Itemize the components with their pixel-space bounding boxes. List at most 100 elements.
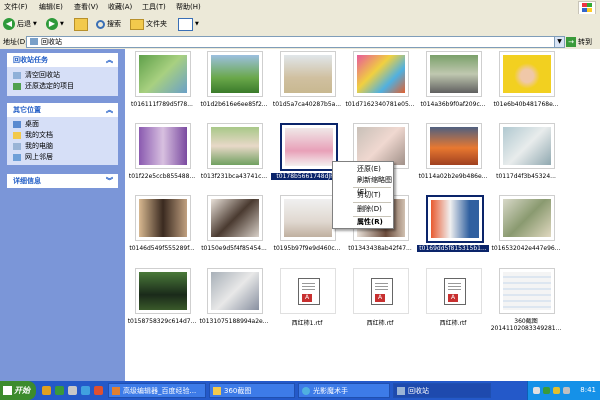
other-places-header[interactable]: 其它位置 ︽	[7, 103, 118, 117]
place-desktop-label: 桌面	[25, 120, 39, 128]
recycle-tasks-header[interactable]: 回收站任务 ︽	[7, 53, 118, 67]
menu-favorites[interactable]: 收藏(A)	[108, 2, 132, 12]
file-thumbnail[interactable]	[135, 51, 191, 97]
search-button[interactable]: 搜索	[96, 17, 121, 31]
chevron-down-icon: ▼	[33, 21, 37, 27]
file-thumbnail[interactable]: A	[280, 268, 336, 314]
quicklaunch-icon[interactable]	[81, 386, 90, 395]
address-dropdown[interactable]: ▼	[554, 37, 564, 47]
quicklaunch-icon[interactable]	[68, 386, 77, 395]
file-thumbnail[interactable]	[207, 195, 263, 241]
tray-icon[interactable]	[543, 387, 550, 394]
quicklaunch-icon[interactable]	[55, 386, 64, 395]
file-thumbnail[interactable]	[426, 51, 482, 97]
collapse-icon[interactable]: ︽	[106, 53, 113, 67]
rtf-document-icon: A	[298, 278, 320, 305]
file-thumbnail[interactable]	[135, 268, 191, 314]
place-my-documents[interactable]: 我的文档	[7, 130, 118, 141]
menu-view[interactable]: 查看(V)	[74, 2, 98, 12]
expand-icon[interactable]: ︾	[106, 174, 113, 188]
file-name: t016111f789d5f78...	[131, 101, 193, 108]
delete-menu-item[interactable]: 删除(D)	[333, 203, 393, 215]
photo-image	[503, 199, 551, 237]
file-thumbnail[interactable]	[426, 123, 482, 169]
file-thumbnail[interactable]: A	[426, 268, 482, 314]
file-thumbnail[interactable]	[499, 123, 555, 169]
menu-tools[interactable]: 工具(T)	[142, 2, 166, 12]
photo-image	[139, 127, 187, 165]
empty-recycle-bin-link[interactable]: 清空回收站	[7, 70, 118, 81]
file-thumbnail[interactable]	[499, 195, 555, 241]
file-thumbnail[interactable]	[207, 123, 263, 169]
context-menu: 还原(E) 刷新缩略图(E) 剪切(T) 删除(D) 属性(R)	[332, 161, 394, 229]
file-view: t016111f789d5f78... t01d2b616e6ee85f2...…	[125, 49, 600, 381]
taskbar-item-recycle-bin[interactable]: 回收站	[393, 383, 491, 398]
menu-help[interactable]: 帮助(H)	[176, 2, 201, 12]
refresh-thumbnail-menu-item[interactable]: 刷新缩略图(E)	[333, 174, 393, 196]
file-thumbnail[interactable]	[499, 268, 555, 314]
recycle-bin-icon	[13, 72, 21, 79]
place-my-computer-label: 我的电脑	[25, 142, 53, 150]
windows-logo-icon	[578, 1, 596, 15]
place-my-computer[interactable]: 我的电脑	[7, 141, 118, 152]
speaker-icon[interactable]	[563, 387, 570, 394]
place-desktop[interactable]: 桌面	[7, 119, 118, 130]
file-thumbnail[interactable]	[280, 51, 336, 97]
other-places-panel: 其它位置 ︽ 桌面 我的文档 我的电脑 网上邻居	[7, 103, 118, 165]
network-icon	[13, 154, 21, 161]
details-header[interactable]: 详细信息 ︾	[7, 174, 118, 188]
photo-image	[430, 127, 478, 165]
tray-icon[interactable]	[553, 387, 560, 394]
file-name: t0131075188994a2e...	[199, 318, 269, 325]
views-button[interactable]: ▼	[178, 17, 199, 31]
back-button[interactable]: ◀ 后退 ▼	[3, 17, 37, 31]
place-my-documents-label: 我的文档	[25, 131, 53, 139]
file-thumbnail-selected[interactable]	[426, 195, 484, 243]
folders-button[interactable]: 文件夹	[130, 17, 167, 31]
properties-menu-item[interactable]: 属性(R)	[333, 216, 393, 228]
quicklaunch-icon[interactable]	[42, 386, 51, 395]
taskbar-item-label: 360截图	[224, 387, 252, 395]
taskbar-item-editor[interactable]: 高级编辑器_百度经验...	[108, 383, 206, 398]
file-thumbnail[interactable]	[207, 51, 263, 97]
file-name-selected: t0169dd5f815315b1...	[417, 245, 489, 252]
photo-image	[503, 127, 551, 165]
taskbar-item-screenshot[interactable]: 360截图	[209, 383, 295, 398]
menu-file[interactable]: 文件(F)	[4, 2, 28, 12]
menu-bar: 文件(F) 编辑(E) 查看(V) 收藏(A) 工具(T) 帮助(H)	[0, 0, 600, 15]
place-network[interactable]: 网上邻居	[7, 152, 118, 163]
photo-image	[284, 199, 332, 237]
file-thumbnail[interactable]	[135, 195, 191, 241]
taskbar-item-photo-app[interactable]: 光影魔术手	[298, 383, 390, 398]
clock[interactable]: 8:41	[580, 386, 596, 394]
file-thumbnail[interactable]: A	[353, 268, 409, 314]
file-thumbnail[interactable]	[499, 51, 555, 97]
menu-edit[interactable]: 编辑(E)	[39, 2, 63, 12]
file-thumbnail[interactable]	[353, 51, 409, 97]
details-panel: 详细信息 ︾	[7, 174, 118, 188]
restore-selected-link[interactable]: 还原选定的项目	[7, 81, 118, 92]
recycle-bin-icon	[397, 387, 405, 395]
file-name: t0114a02b2e9b486e...	[418, 173, 488, 180]
collapse-icon[interactable]: ︽	[106, 103, 113, 117]
file-thumbnail-selected[interactable]	[280, 123, 338, 171]
documents-icon	[13, 132, 21, 139]
start-button[interactable]: 开始	[0, 381, 36, 400]
file-thumbnail[interactable]	[280, 195, 336, 241]
desktop-icon	[13, 121, 21, 128]
file-thumbnail[interactable]	[207, 268, 263, 314]
folder-up-icon	[74, 17, 88, 31]
windows-flag-icon	[3, 386, 12, 395]
up-folder-button[interactable]	[74, 17, 88, 31]
address-input[interactable]: 回收站 ▼	[26, 36, 565, 48]
menu-separator	[353, 187, 391, 188]
file-thumbnail[interactable]	[135, 123, 191, 169]
forward-button[interactable]: ▶ ▼	[46, 17, 64, 31]
file-name: t01f22e5ccb855488...	[128, 173, 196, 180]
go-label: 转到	[578, 37, 592, 46]
quicklaunch-icon[interactable]	[94, 386, 103, 395]
file-name: t01d2b616e6ee85f2...	[200, 101, 268, 108]
cut-menu-item[interactable]: 剪切(T)	[333, 189, 393, 201]
tray-icon[interactable]	[533, 387, 540, 394]
go-button[interactable]: → 转到	[566, 36, 596, 47]
